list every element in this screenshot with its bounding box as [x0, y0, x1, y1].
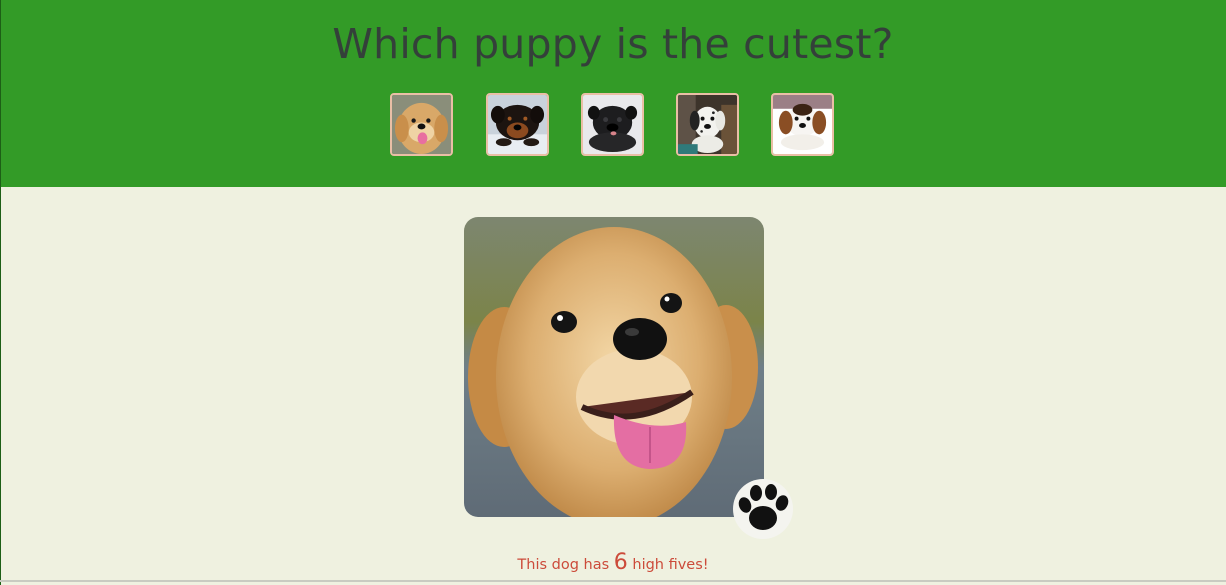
dalmatian-thumbnail-image — [678, 95, 737, 154]
thumbnail-black-pug[interactable] — [581, 93, 644, 156]
thumbnail-beagle[interactable] — [771, 93, 834, 156]
black-pug-thumbnail-image — [583, 95, 642, 154]
golden-retriever-photo-image — [464, 217, 764, 517]
main-puppy-photo — [464, 217, 764, 517]
rottweiler-thumbnail-image — [488, 95, 547, 154]
thumbnail-golden-retriever[interactable] — [390, 93, 453, 156]
high-five-caption: This dog has 6 high fives! — [0, 550, 1226, 575]
thumbnail-dalmatian[interactable] — [676, 93, 739, 156]
header: Which puppy is the cutest? — [0, 0, 1226, 187]
thumbnail-strip — [390, 93, 840, 159]
high-five-count: 6 — [613, 550, 628, 575]
paw-print-icon — [733, 479, 793, 539]
beagle-thumbnail-image — [773, 95, 832, 154]
caption-prefix: This dog has — [517, 557, 610, 573]
thumbnail-rottweiler[interactable] — [486, 93, 549, 156]
caption-suffix: high fives! — [632, 557, 709, 573]
golden-retriever-thumbnail-image — [392, 95, 451, 154]
page-title: Which puppy is the cutest? — [332, 20, 894, 68]
bottom-divider — [0, 580, 1226, 582]
high-five-paw-button[interactable] — [732, 478, 794, 540]
page-edge — [0, 0, 1, 585]
